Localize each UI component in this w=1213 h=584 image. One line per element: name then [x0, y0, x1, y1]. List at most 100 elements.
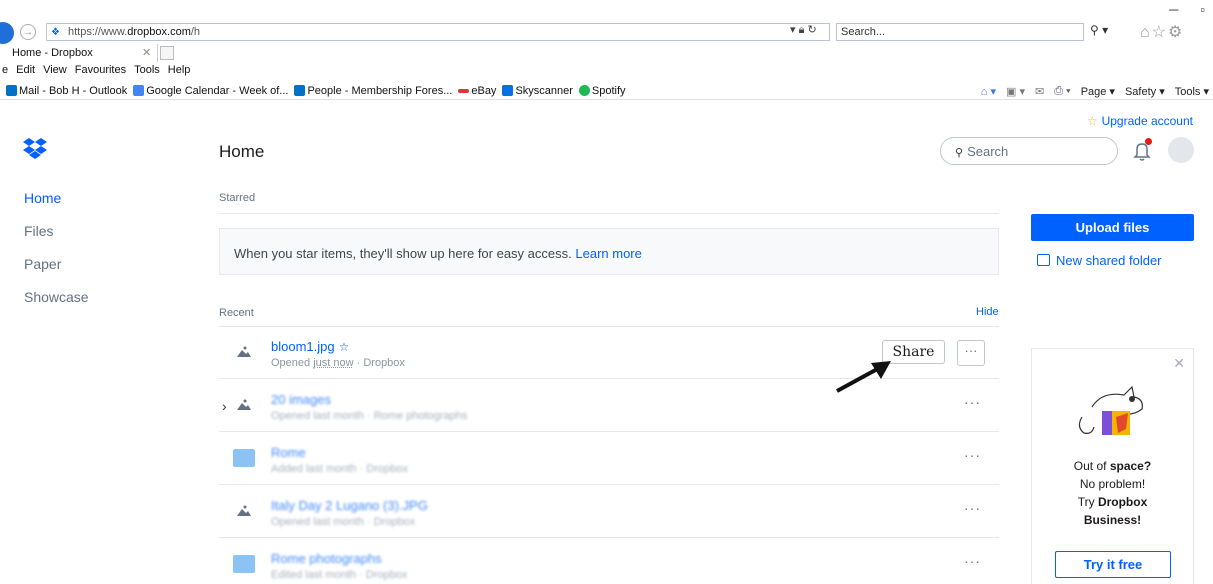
chevron-right-icon[interactable]: ›	[222, 398, 227, 414]
browser-toolbar-icons: ⌂☆⚙	[1140, 22, 1184, 42]
menu-file[interactable]: e	[2, 64, 8, 80]
dropbox-logo[interactable]	[22, 138, 48, 160]
recent-heading: Recent	[219, 307, 254, 319]
sidebar-item-showcase[interactable]: Showcase	[24, 289, 89, 306]
star-icon: ☆	[1086, 114, 1098, 128]
dropdown-icon[interactable]: ▾	[790, 24, 796, 36]
file-meta: Edited last month · Dropbox	[271, 569, 408, 581]
starred-message: When you star items, they'll show up her…	[234, 246, 572, 261]
url-text: https://www.dropbox.com/h	[67, 26, 201, 38]
back-button[interactable]	[0, 22, 14, 44]
minimize-icon[interactable]: ─	[1169, 2, 1178, 17]
page-menu[interactable]: Page ▾	[1081, 85, 1115, 98]
file-name[interactable]: Rome photographs	[271, 551, 382, 566]
search-icon[interactable]: ⚲ ▾	[1090, 23, 1108, 37]
dropbox-favicon-icon: ❖	[51, 26, 60, 38]
tab-strip: Home - Dropbox ✕	[0, 44, 1213, 62]
window-controls: ─ ▫	[1169, 2, 1205, 17]
file-meta: Opened last month · Rome photographs	[271, 410, 468, 422]
address-bar-row: → ❖ https://www.dropbox.com/h ▾ 🔒︎ ↻ Sea…	[0, 20, 1213, 44]
close-tab-icon[interactable]: ✕	[142, 46, 151, 59]
file-meta: Opened just now · Dropbox	[271, 357, 405, 369]
starred-empty-state: When you star items, they'll show up her…	[219, 228, 999, 275]
new-tab-button[interactable]	[160, 46, 174, 60]
upload-files-button[interactable]: Upload files	[1031, 214, 1194, 241]
browser-search-input[interactable]: Search...	[836, 23, 1084, 41]
menu-bar: e Edit View Favourites Tools Help	[0, 64, 190, 80]
safety-menu[interactable]: Safety ▾	[1125, 85, 1165, 98]
gear-icon[interactable]: ⚙	[1168, 24, 1184, 41]
divider	[219, 213, 999, 214]
menu-tools[interactable]: Tools	[134, 64, 160, 80]
favorite-people[interactable]: People - Membership Fores...	[294, 85, 452, 97]
shared-folder-icon	[1037, 254, 1050, 266]
sidebar-item-home[interactable]: Home	[24, 190, 89, 207]
cat-box-illustration	[1078, 385, 1143, 435]
file-name[interactable]: Rome	[271, 445, 306, 460]
tab-title: Home - Dropbox	[12, 47, 93, 59]
favorite-ebay[interactable]: eBay	[458, 85, 496, 97]
file-name[interactable]: 20 images	[271, 392, 331, 407]
image-file-icon	[237, 399, 251, 410]
upgrade-account-link[interactable]: ☆ Upgrade account	[1087, 114, 1193, 128]
try-it-free-button[interactable]: Try it free	[1055, 551, 1171, 578]
close-icon[interactable]: ✕	[1173, 355, 1185, 372]
recent-row[interactable]: Rome Added last month · Dropbox ···	[219, 433, 999, 485]
favorites-star-icon[interactable]: ☆	[1152, 24, 1168, 41]
menu-help[interactable]: Help	[168, 64, 191, 80]
refresh-icon[interactable]: ↻	[808, 24, 817, 36]
menu-view[interactable]: View	[43, 64, 67, 80]
more-options-button[interactable]: ···	[957, 340, 985, 366]
file-meta: Opened last month · Dropbox	[271, 516, 416, 528]
hide-recent-link[interactable]: Hide	[976, 306, 999, 318]
new-shared-folder-button[interactable]: New shared folder	[1037, 253, 1162, 268]
calendar-icon	[133, 85, 145, 96]
forward-button[interactable]: →	[20, 24, 36, 40]
recent-row[interactable]: Italy Day 2 Lugano (3).JPG Opened last m…	[219, 486, 999, 538]
home-dropdown-icon[interactable]: ⌂ ▾	[981, 85, 996, 98]
menu-favourites[interactable]: Favourites	[75, 64, 126, 80]
search-icon: ⚲	[955, 147, 964, 159]
feeds-icon[interactable]: ▣ ▾	[1006, 85, 1025, 98]
lock-icon[interactable]: 🔒︎	[799, 24, 805, 36]
avatar[interactable]	[1168, 137, 1194, 163]
notification-dot	[1145, 138, 1152, 145]
learn-more-link[interactable]: Learn more	[575, 246, 641, 261]
home-icon[interactable]: ⌂	[1140, 24, 1152, 41]
folder-icon	[233, 449, 255, 467]
print-icon[interactable]: ⎙ ▾	[1054, 85, 1070, 98]
search-input[interactable]: ⚲ Search	[940, 137, 1118, 165]
favorite-skyscanner[interactable]: Skyscanner	[502, 85, 573, 97]
promo-card: ✕ Out of space? No problem! Try Dropbox …	[1031, 348, 1194, 584]
tab-dropbox[interactable]: Home - Dropbox	[0, 44, 158, 62]
more-options-button[interactable]: ···	[964, 500, 981, 516]
image-file-icon	[237, 346, 251, 357]
file-name[interactable]: bloom1.jpg ☆	[271, 339, 349, 354]
more-options-button[interactable]: ···	[964, 553, 981, 569]
ebay-icon	[458, 89, 470, 93]
address-bar[interactable]: ❖ https://www.dropbox.com/h	[46, 23, 830, 41]
promo-text: Out of space? No problem! Try Dropbox Bu…	[1073, 459, 1152, 527]
file-name[interactable]: Italy Day 2 Lugano (3).JPG	[271, 498, 428, 513]
sidebar-nav: Home Files Paper Showcase	[24, 190, 89, 322]
spotify-icon	[578, 85, 590, 96]
starred-heading: Starred	[219, 192, 256, 204]
favorite-calendar[interactable]: Google Calendar - Week of...	[133, 85, 288, 97]
sidebar-item-paper[interactable]: Paper	[24, 256, 89, 273]
favorite-mail[interactable]: Mail - Bob H - Outlook	[6, 85, 127, 97]
people-icon	[294, 85, 306, 96]
more-options-button[interactable]: ···	[964, 394, 981, 410]
menu-edit[interactable]: Edit	[16, 64, 35, 80]
more-options-button[interactable]: ···	[964, 447, 981, 463]
outlook-icon	[6, 85, 17, 96]
favorite-spotify[interactable]: Spotify	[578, 85, 626, 97]
mail-icon[interactable]: ✉	[1035, 85, 1044, 98]
star-icon[interactable]: ☆	[339, 340, 350, 354]
maximize-icon[interactable]: ▫	[1200, 2, 1205, 17]
folder-icon	[233, 555, 255, 573]
sidebar-item-files[interactable]: Files	[24, 223, 89, 240]
recent-row[interactable]: Rome photographs Edited last month · Dro…	[219, 539, 999, 584]
image-file-icon	[237, 505, 251, 516]
tools-menu[interactable]: Tools ▾	[1175, 85, 1209, 98]
arrow-annotation-icon	[836, 361, 891, 393]
